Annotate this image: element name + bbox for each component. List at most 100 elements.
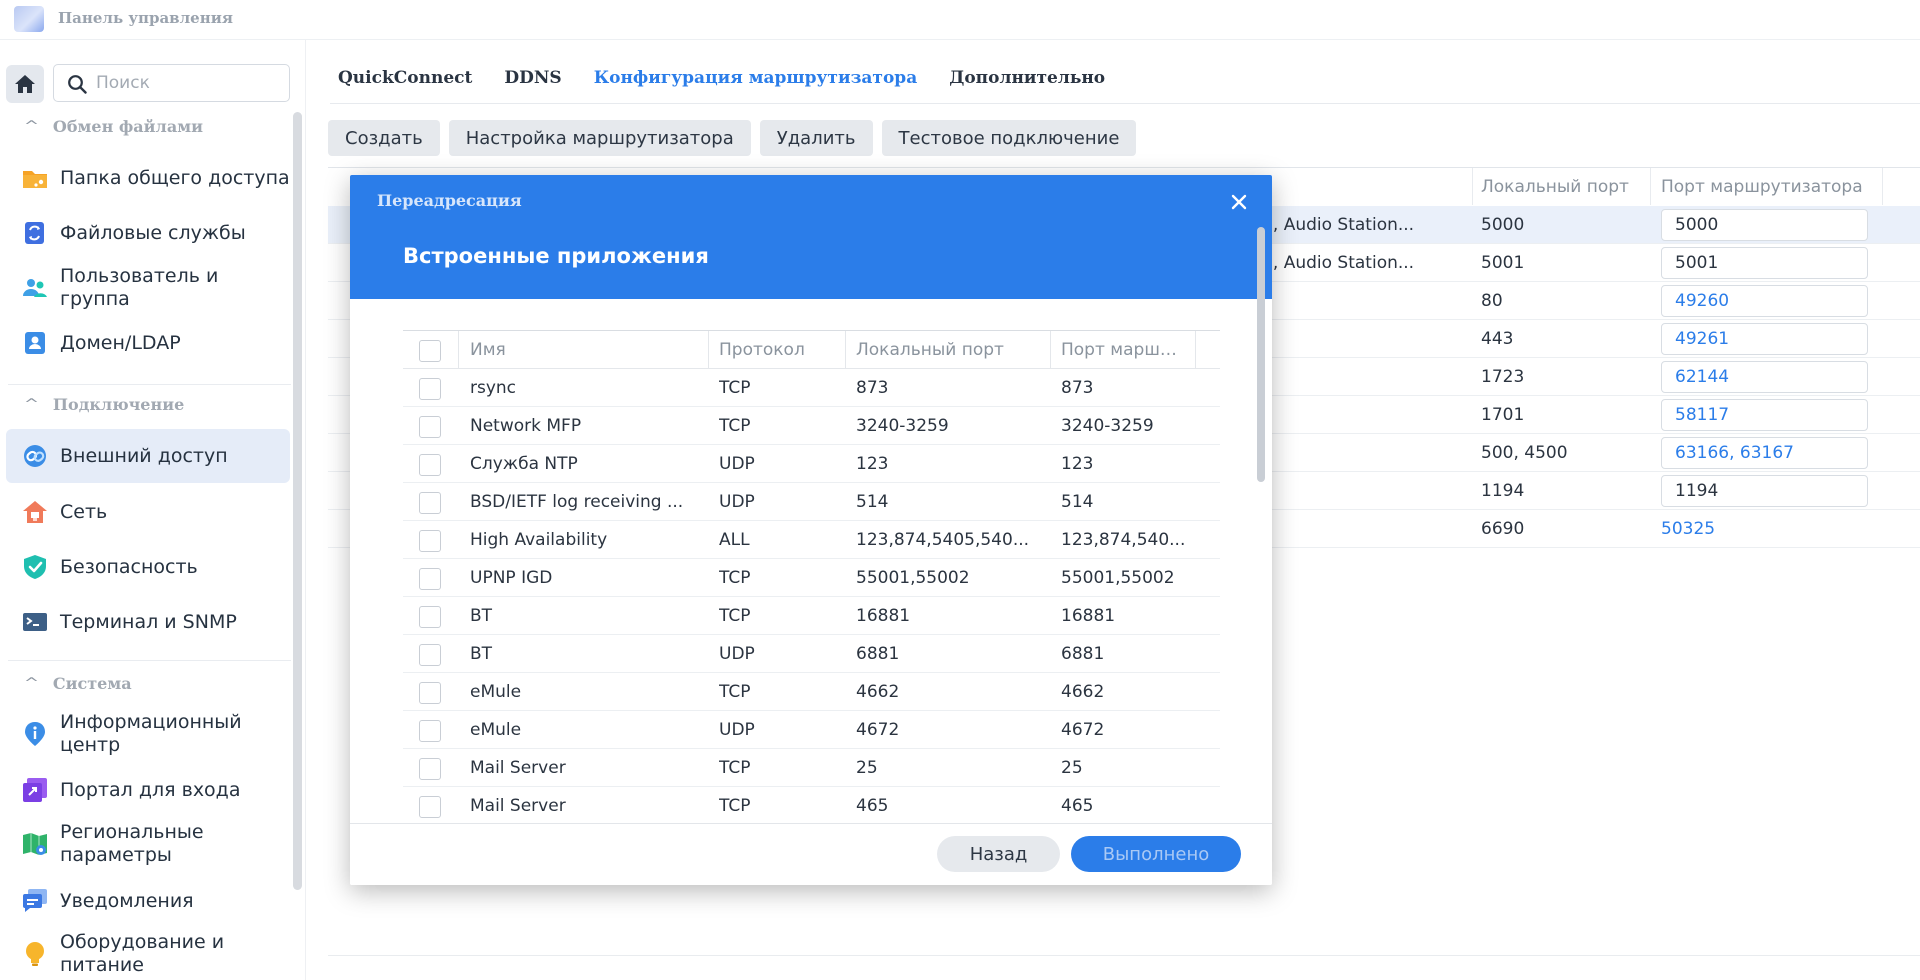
section-header-connectivity[interactable]: ^ Подключение <box>24 395 184 414</box>
name-cell: UPNP IGD <box>470 568 553 588</box>
grid-row[interactable]: BSD/IETF log receiving ... UDP 514 514 <box>403 483 1220 521</box>
grid-row[interactable]: BT UDP 6881 6881 <box>403 635 1220 673</box>
section-header-file-sharing[interactable]: ^ Обмен файлами <box>24 117 203 136</box>
regional-options-icon <box>23 833 47 855</box>
row-checkbox[interactable] <box>419 682 441 704</box>
sidebar-item-domain-ldap[interactable]: Домен/LDAP <box>6 319 290 367</box>
column-separator <box>1472 168 1473 205</box>
sidebar-item-shared-folder[interactable]: Папка общего доступа <box>6 154 290 202</box>
row-checkbox[interactable] <box>419 568 441 590</box>
router-port-cell: 4662 <box>1061 682 1105 702</box>
sidebar-item-regional-options[interactable]: Региональные параметры <box>6 816 290 872</box>
row-checkbox[interactable] <box>419 796 441 818</box>
column-header-protocol[interactable]: Протокол <box>719 340 805 360</box>
search-icon <box>68 75 87 94</box>
router-setup-button[interactable]: Настройка маршрутизатора <box>448 120 751 156</box>
create-button[interactable]: Создать <box>328 120 440 156</box>
login-portal-icon <box>23 778 47 802</box>
done-button[interactable]: Выполнено <box>1071 836 1241 872</box>
home-button[interactable] <box>6 65 44 103</box>
port-forwarding-dialog: Переадресация Встроенные приложения Имя … <box>350 175 1272 885</box>
row-checkbox[interactable] <box>419 492 441 514</box>
sidebar: ^ Обмен файлами Папка общего доступа Фай… <box>0 40 306 980</box>
protocol-cell: TCP <box>719 758 751 778</box>
router-port-field[interactable]: 1194 <box>1661 475 1868 507</box>
local-port-cell: 1194 <box>1481 481 1525 501</box>
local-port-cell: 123,874,5405,540... <box>856 530 1030 550</box>
column-header-router-port[interactable]: Порт маршрутизатора <box>1661 177 1863 197</box>
column-header-local-port[interactable]: Локальный порт <box>856 340 1004 360</box>
section-header-system[interactable]: ^ Система <box>23 674 132 693</box>
sidebar-item-info-center[interactable]: Информационный центр <box>6 706 290 762</box>
sidebar-item-user-group[interactable]: Пользователь и группа <box>6 264 290 312</box>
sidebar-item-external-access[interactable]: Внешний доступ <box>6 429 290 483</box>
router-port-field[interactable]: 5001 <box>1661 247 1868 279</box>
sidebar-item-network[interactable]: Сеть <box>6 488 290 536</box>
row-checkbox[interactable] <box>419 758 441 780</box>
dialog-scrollbar[interactable] <box>1257 227 1265 482</box>
name-cell: Служба NTP <box>470 454 578 474</box>
row-checkbox[interactable] <box>419 720 441 742</box>
sidebar-item-hardware-power[interactable]: Оборудование и питание <box>6 926 290 980</box>
sidebar-item-file-services[interactable]: Файловые службы <box>6 209 290 257</box>
grid-row[interactable]: High Availability ALL 123,874,5405,540... 1… <box>403 521 1220 559</box>
tab-bar: QuickConnect DDNS Конфигурация маршрутиз… <box>338 68 1105 88</box>
grid-row[interactable]: Служба NTP UDP 123 123 <box>403 445 1220 483</box>
grid-row[interactable]: BT TCP 16881 16881 <box>403 597 1220 635</box>
router-port-field[interactable]: 58117 <box>1661 399 1868 431</box>
router-port-field[interactable]: 49260 <box>1661 285 1868 317</box>
grid-header-row: Имя Протокол Локальный порт Порт маршр..… <box>403 330 1220 369</box>
row-checkbox[interactable] <box>419 606 441 628</box>
builtin-apps-grid: Имя Протокол Локальный порт Порт маршр..… <box>403 330 1220 825</box>
grid-row[interactable]: UPNP IGD TCP 55001,55002 55001,55002 <box>403 559 1220 597</box>
router-port-cell: 514 <box>1061 492 1094 512</box>
name-cell: eMule <box>470 682 522 702</box>
test-connection-button[interactable]: Тестовое подключение <box>881 120 1137 156</box>
tab-ddns[interactable]: DDNS <box>504 68 561 88</box>
search-box[interactable] <box>53 64 290 102</box>
grid-body: rsync TCP 873 873 Network MFP TCP 3240-3259 324… <box>403 369 1220 825</box>
column-header-name[interactable]: Имя <box>470 340 506 360</box>
grid-row[interactable]: Mail Server TCP 465 465 <box>403 787 1220 825</box>
grid-row[interactable]: eMule TCP 4662 4662 <box>403 673 1220 711</box>
router-port-cell: 55001,55002 <box>1061 568 1175 588</box>
router-port-field[interactable]: 63166, 63167 <box>1661 437 1868 469</box>
router-port-field[interactable]: 62144 <box>1661 361 1868 393</box>
external-access-icon <box>24 445 46 467</box>
delete-button[interactable]: Удалить <box>759 120 873 156</box>
row-checkbox[interactable] <box>419 644 441 666</box>
grid-row[interactable]: Mail Server TCP 25 25 <box>403 749 1220 787</box>
grid-row[interactable]: eMule UDP 4672 4672 <box>403 711 1220 749</box>
router-port-field[interactable]: 5000 <box>1661 209 1868 241</box>
row-checkbox[interactable] <box>419 530 441 552</box>
sidebar-item-terminal-snmp[interactable]: Терминал и SNMP <box>6 598 290 646</box>
router-port-link[interactable]: 50325 <box>1661 519 1715 539</box>
tab-router-configuration[interactable]: Конфигурация маршрутизатора <box>594 68 918 88</box>
column-header-local-port[interactable]: Локальный порт <box>1481 177 1629 197</box>
tab-quickconnect[interactable]: QuickConnect <box>338 68 472 88</box>
sidebar-scrollbar[interactable] <box>293 112 302 890</box>
sidebar-item-login-portal[interactable]: Портал для входа <box>6 768 290 812</box>
column-separator <box>1882 168 1883 205</box>
sidebar-item-security[interactable]: Безопасность <box>6 543 290 591</box>
column-header-router-port[interactable]: Порт маршр... <box>1061 340 1185 360</box>
chevron-up-icon: ^ <box>23 676 40 691</box>
row-checkbox[interactable] <box>419 378 441 400</box>
row-checkbox[interactable] <box>419 454 441 476</box>
grid-row[interactable]: Network MFP TCP 3240-3259 3240-3259 <box>403 407 1220 445</box>
sidebar-item-notifications[interactable]: Уведомления <box>6 878 290 924</box>
select-all-checkbox[interactable] <box>419 340 441 362</box>
grid-row[interactable]: rsync TCP 873 873 <box>403 369 1220 407</box>
column-separator <box>1195 331 1196 369</box>
close-button[interactable] <box>1225 188 1253 216</box>
router-port-cell: 3240-3259 <box>1061 416 1154 436</box>
control-panel-icon <box>14 6 44 32</box>
toolbar: Создать Настройка маршрутизатора Удалить… <box>328 120 1137 156</box>
router-port-field[interactable]: 49261 <box>1661 323 1868 355</box>
search-input[interactable] <box>96 65 281 101</box>
home-icon <box>15 75 35 93</box>
title-bar: Панель управления <box>0 0 1920 40</box>
row-checkbox[interactable] <box>419 416 441 438</box>
back-button[interactable]: Назад <box>937 836 1060 872</box>
tab-advanced[interactable]: Дополнительно <box>949 68 1105 88</box>
